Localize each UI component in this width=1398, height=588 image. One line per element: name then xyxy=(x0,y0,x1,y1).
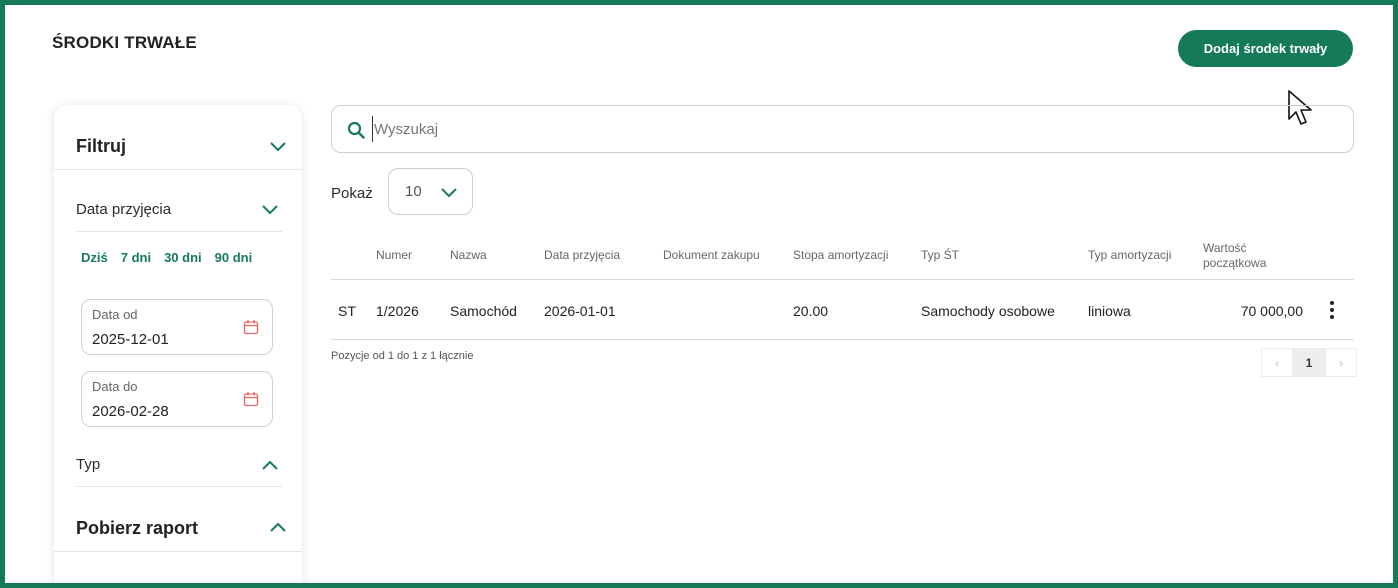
header-divider xyxy=(331,279,1354,280)
quick-range-group: Dziś 7 dni 30 dni 90 dni xyxy=(81,250,252,265)
filter-title: Filtruj xyxy=(76,136,126,156)
date-from-label: Data od xyxy=(92,307,138,322)
pagination-next-button[interactable]: › xyxy=(1325,348,1357,377)
calendar-icon[interactable] xyxy=(243,319,259,335)
type-section-label: Typ xyxy=(76,456,101,473)
divider xyxy=(54,169,302,170)
cell-typ-st: Samochody osobowe xyxy=(921,303,1055,319)
calendar-icon[interactable] xyxy=(243,391,259,407)
pagination: ‹ 1 › xyxy=(1261,348,1357,377)
table-summary: Pozycje od 1 do 1 z 1 łącznie xyxy=(331,350,474,362)
filter-sidebar: Filtruj Data przyjęcia Dziś 7 dni 30 dni… xyxy=(54,105,302,583)
cell-typ-amortyzacji: liniowa xyxy=(1088,303,1131,319)
pagination-prev-button[interactable]: ‹ xyxy=(1261,348,1293,377)
cell-nazwa: Samochód xyxy=(450,303,517,319)
page-size-value: 10 xyxy=(405,183,422,200)
chevron-up-icon[interactable] xyxy=(261,459,279,471)
date-from-field[interactable]: Data od 2025-12-01 xyxy=(81,299,273,355)
more-vertical-icon[interactable] xyxy=(1326,300,1338,322)
date-section-label: Data przyjęcia xyxy=(76,201,172,218)
date-to-field[interactable]: Data do 2026-02-28 xyxy=(81,371,273,427)
chevron-down-icon[interactable] xyxy=(261,204,279,216)
column-header-nazwa[interactable]: Nazwa xyxy=(450,248,487,263)
column-header-stopa-amortyzacji[interactable]: Stopa amortyzacji xyxy=(793,248,888,263)
quick-range-30d[interactable]: 30 dni xyxy=(164,250,202,265)
row-divider xyxy=(331,339,1354,340)
cell-wartosc-poczatkowa: 70 000,00 xyxy=(1240,303,1303,319)
chevron-up-icon[interactable] xyxy=(269,521,287,533)
date-to-label: Data do xyxy=(92,379,138,394)
cell-stopa-amortyzacji: 20.00 xyxy=(793,303,829,319)
divider xyxy=(54,551,302,552)
chevron-down-icon xyxy=(441,188,457,198)
date-from-value: 2025-12-01 xyxy=(92,331,169,348)
quick-range-today[interactable]: Dziś xyxy=(81,250,108,265)
pagination-page-1[interactable]: 1 xyxy=(1293,348,1325,377)
date-to-value: 2026-02-28 xyxy=(92,403,169,420)
column-header-wartosc-poczatkowa[interactable]: Wartość początkowa xyxy=(1203,241,1273,271)
column-header-numer[interactable]: Numer xyxy=(376,248,412,263)
page-size-select[interactable]: 10 xyxy=(388,168,473,215)
divider xyxy=(76,486,282,487)
search-input[interactable] xyxy=(372,116,1332,142)
quick-range-7d[interactable]: 7 dni xyxy=(121,250,151,265)
app-frame: ŚRODKI TRWAŁE Dodaj środek trwały Filtru… xyxy=(0,0,1398,588)
cell-numer: 1/2026 xyxy=(376,303,419,319)
column-header-data-przyjecia[interactable]: Data przyjęcia xyxy=(544,248,620,263)
search-bar xyxy=(331,105,1354,153)
report-title: Pobierz raport xyxy=(76,518,199,538)
search-icon xyxy=(347,121,365,139)
row-prefix: ST xyxy=(338,303,356,319)
cell-data-przyjecia: 2026-01-01 xyxy=(544,303,616,319)
column-header-typ-amortyzacji[interactable]: Typ amortyzacji xyxy=(1088,248,1171,263)
page-size-label: Pokaż xyxy=(331,185,373,202)
add-fixed-asset-button[interactable]: Dodaj środek trwały xyxy=(1178,30,1353,67)
quick-range-90d[interactable]: 90 dni xyxy=(215,250,253,265)
chevron-down-icon[interactable] xyxy=(269,141,287,153)
page-title: ŚRODKI TRWAŁE xyxy=(52,33,197,52)
column-header-dokument-zakupu[interactable]: Dokument zakupu xyxy=(663,248,760,263)
divider xyxy=(76,231,282,232)
column-header-typ-st[interactable]: Typ ŚT xyxy=(921,248,959,263)
